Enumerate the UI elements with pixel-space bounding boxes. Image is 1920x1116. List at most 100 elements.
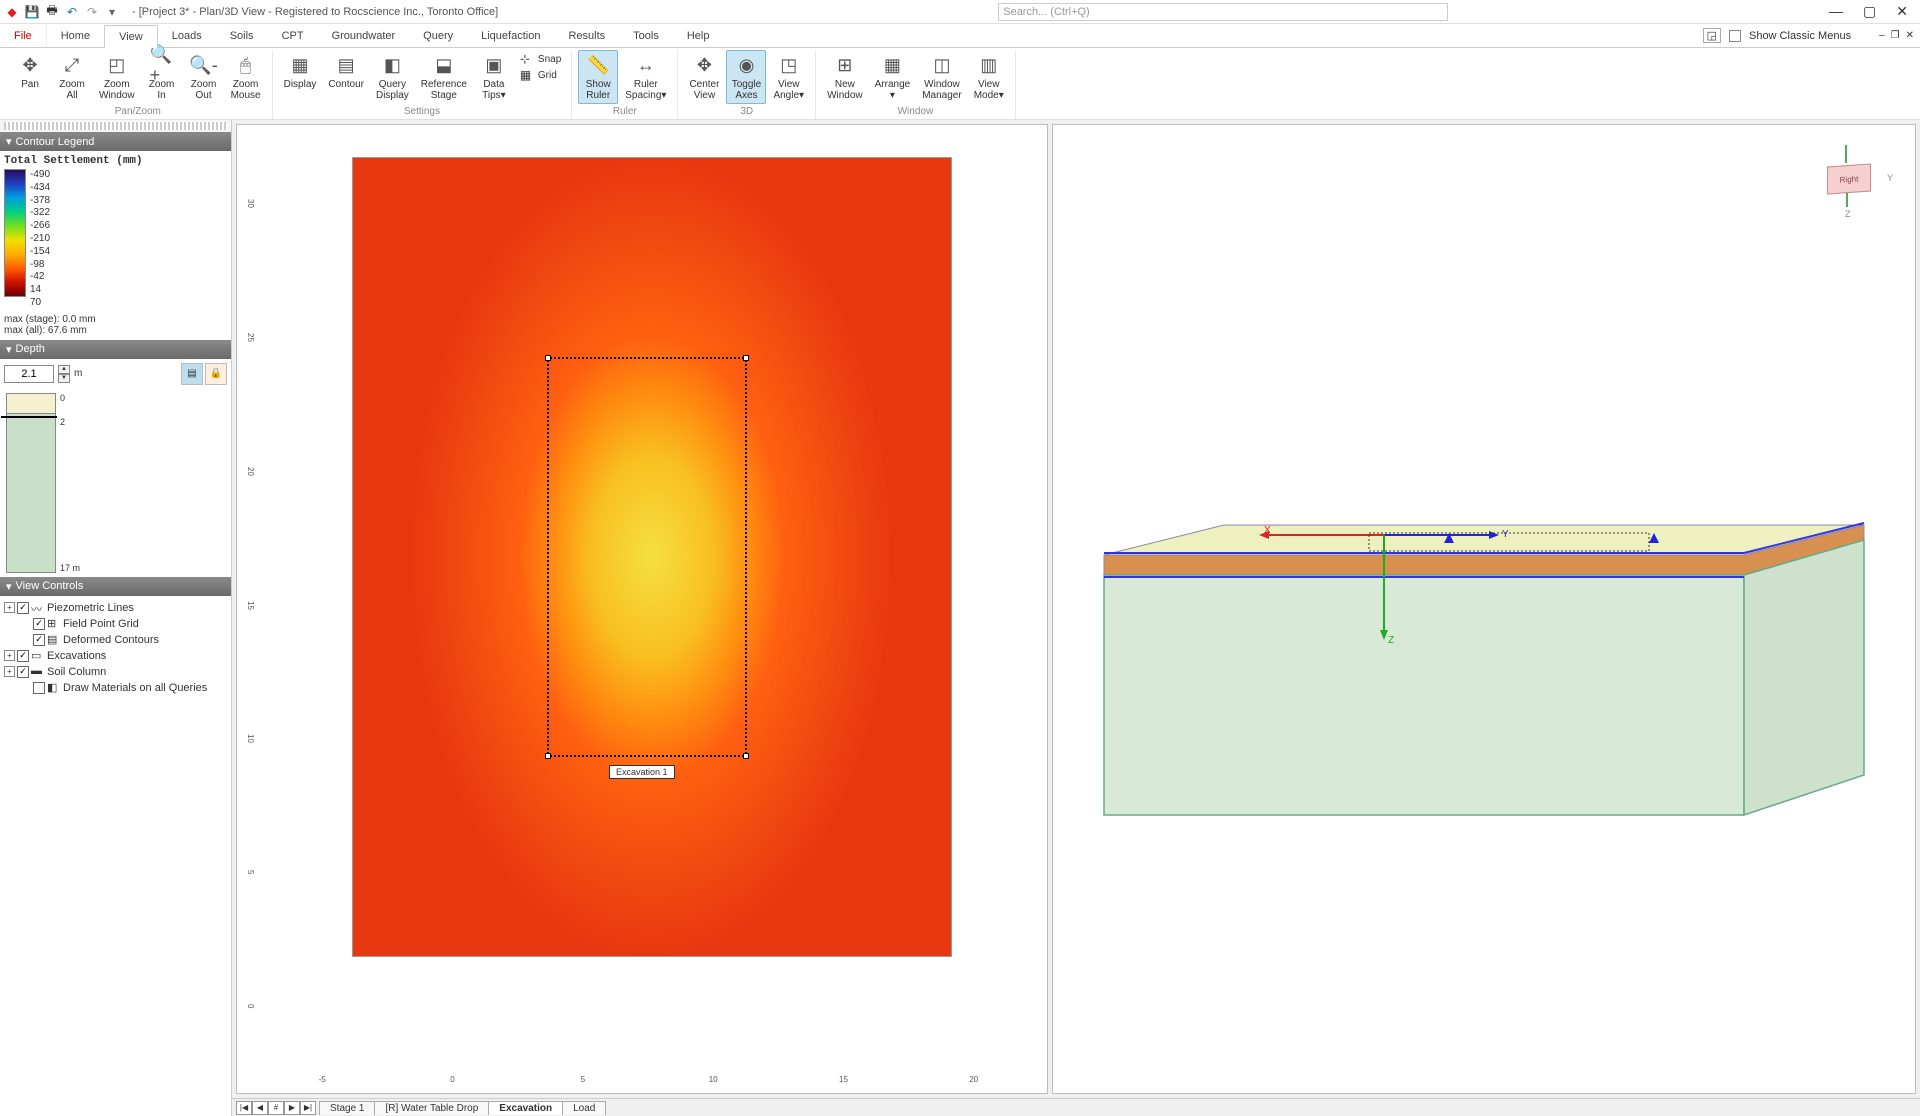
3d-model: X Y Z — [1063, 485, 1905, 865]
maximize-button[interactable]: ▢ — [1863, 3, 1876, 20]
3d-view[interactable]: Right Y Z X — [1052, 124, 1916, 1094]
search-input[interactable]: Search... (Ctrl+Q) — [998, 3, 1448, 21]
tree-item-field-point-grid[interactable]: ✓⊞Field Point Grid — [4, 616, 227, 632]
ribbon-minimize-icon[interactable]: ◲ — [1703, 28, 1721, 43]
menu-tab-soils[interactable]: Soils — [216, 24, 268, 47]
stage-tab-load[interactable]: Load — [562, 1101, 606, 1115]
ribbon-center-view-button[interactable]: ✥Center View — [684, 50, 724, 104]
ribbon-grid-button[interactable]: ▦Grid — [520, 68, 561, 82]
stage-nav-first[interactable]: |◀ — [236, 1101, 252, 1115]
menu-tab-home[interactable]: Home — [47, 24, 104, 47]
ribbon-pan-button[interactable]: ✥Pan — [10, 50, 50, 93]
depth-input[interactable] — [4, 365, 54, 383]
depth-spin-down[interactable]: ▼ — [58, 374, 70, 383]
tool-icon: ↔ — [634, 53, 658, 77]
stage-nav-next[interactable]: ▶ — [284, 1101, 300, 1115]
tree-checkbox[interactable]: ✓ — [17, 666, 29, 678]
expand-icon[interactable]: + — [4, 650, 15, 661]
tree-checkbox[interactable] — [33, 682, 45, 694]
ribbon-contour-button[interactable]: ▤Contour — [323, 50, 369, 93]
depth-header[interactable]: ▾ Depth — [0, 340, 231, 359]
stage-nav-last[interactable]: ▶| — [300, 1101, 316, 1115]
view-controls-header[interactable]: ▾ View Controls — [0, 577, 231, 596]
excavation-outline[interactable] — [547, 357, 747, 757]
tree-item-soil-column[interactable]: +✓▬Soil Column — [4, 664, 227, 680]
ribbon-view-angle--button[interactable]: ◳View Angle▾ — [768, 50, 809, 104]
legend-value: -210 — [30, 233, 50, 246]
menu-tab-tools[interactable]: Tools — [619, 24, 673, 47]
stage-nav-hash[interactable]: # — [268, 1101, 284, 1115]
expand-icon[interactable]: + — [4, 666, 15, 677]
menu-tab-cpt[interactable]: CPT — [268, 24, 318, 47]
ribbon-zoom-mouse-button[interactable]: 🖱Zoom Mouse — [226, 50, 266, 104]
mdi-restore-button[interactable]: ❐ — [1891, 30, 1900, 41]
depth-spin-up[interactable]: ▲ — [58, 365, 70, 374]
tree-item-excavations[interactable]: +✓▭Excavations — [4, 648, 227, 664]
tree-checkbox[interactable]: ✓ — [33, 618, 45, 630]
close-button[interactable]: ✕ — [1896, 3, 1908, 20]
window-title: - [Project 3* - Plan/3D View - Registere… — [132, 6, 498, 18]
depth-column[interactable] — [6, 393, 56, 573]
ribbon-query-display-button[interactable]: ◧Query Display — [371, 50, 414, 104]
depth-mode-button[interactable]: ▤ — [181, 363, 203, 385]
tree-item-piezometric-lines[interactable]: +✓〰Piezometric Lines — [4, 600, 227, 616]
cube-z-label: Z — [1845, 209, 1851, 219]
ribbon-group-label: Window — [898, 106, 934, 119]
tree-checkbox[interactable]: ✓ — [33, 634, 45, 646]
legend-value: 14 — [30, 284, 50, 297]
classic-menus-label: Show Classic Menus — [1749, 30, 1851, 42]
depth-lock-button[interactable]: 🔒 — [205, 363, 227, 385]
menu-tab-groundwater[interactable]: Groundwater — [318, 24, 410, 47]
tree-checkbox[interactable]: ✓ — [17, 650, 29, 662]
plan-view[interactable]: 302520151050 Excavation 1 -505101520 — [236, 124, 1048, 1094]
menu-tab-help[interactable]: Help — [673, 24, 724, 47]
mdi-minimize-button[interactable]: – — [1879, 30, 1885, 41]
ribbon-arrange--button[interactable]: ▦Arrange ▾ — [870, 50, 916, 104]
ribbon-reference-stage-button[interactable]: ⬓Reference Stage — [416, 50, 472, 104]
stage-tab--r-water-table-drop[interactable]: [R] Water Table Drop — [374, 1101, 489, 1115]
ribbon-zoom-all-button[interactable]: ⤢Zoom All — [52, 50, 92, 104]
tree-item-draw-materials-on-all-queries[interactable]: ◧Draw Materials on all Queries — [4, 680, 227, 696]
tree-item-deformed-contours[interactable]: ✓▤Deformed Contours — [4, 632, 227, 648]
orientation-cube[interactable]: Right Y Z — [1815, 145, 1885, 215]
ribbon-new-window-button[interactable]: ⊞New Window — [822, 50, 868, 104]
redo-icon[interactable]: ↷ — [84, 4, 100, 20]
tree-item-label: Field Point Grid — [63, 618, 139, 630]
save-icon[interactable]: 💾 — [24, 4, 40, 20]
tool-icon: ◫ — [930, 53, 954, 77]
stage-tab-stage-1[interactable]: Stage 1 — [319, 1101, 375, 1115]
mdi-close-button[interactable]: ✕ — [1906, 30, 1914, 41]
ribbon-ruler-spacing--button[interactable]: ↔Ruler Spacing▾ — [620, 50, 671, 104]
ribbon-display-button[interactable]: ▦Display — [279, 50, 322, 93]
ruler-tick: -5 — [257, 1075, 387, 1089]
cube-y-label: Y — [1887, 173, 1893, 183]
ribbon-zoom-window-button[interactable]: ◰Zoom Window — [94, 50, 140, 104]
undo-icon[interactable]: ↶ — [64, 4, 80, 20]
menu-tab-liquefaction[interactable]: Liquefaction — [467, 24, 554, 47]
menu-tab-file[interactable]: File — [0, 24, 47, 47]
ribbon-show-ruler-button[interactable]: 📏Show Ruler — [578, 50, 618, 104]
ribbon-zoom-out-button[interactable]: 🔍-Zoom Out — [184, 50, 224, 104]
menu-tab-view[interactable]: View — [104, 25, 158, 48]
ribbon-view-mode--button[interactable]: ▥View Mode▾ — [969, 50, 1009, 104]
window-controls: — ▢ ✕ — [1829, 3, 1916, 20]
qat-dropdown-icon[interactable]: ▾ — [104, 4, 120, 20]
ribbon-zoom-in-button[interactable]: 🔍+Zoom In — [142, 50, 182, 104]
legend-value: -378 — [30, 195, 50, 208]
ribbon-data-tips--button[interactable]: ▣Data Tips▾ — [474, 50, 514, 104]
ribbon-toggle-axes-button[interactable]: ◉Toggle Axes — [726, 50, 766, 104]
tool-icon: ✥ — [18, 53, 42, 77]
expand-icon[interactable]: + — [4, 602, 15, 613]
tree-checkbox[interactable]: ✓ — [17, 602, 29, 614]
stage-nav-prev[interactable]: ◀ — [252, 1101, 268, 1115]
minimize-button[interactable]: — — [1829, 3, 1843, 20]
contour-legend-header[interactable]: ▾ Contour Legend — [0, 132, 231, 151]
classic-menus-checkbox[interactable] — [1729, 30, 1741, 42]
print-icon[interactable]: 🖶 — [44, 4, 60, 20]
legend-color-bar — [4, 169, 26, 297]
stage-tab-excavation[interactable]: Excavation — [488, 1101, 563, 1115]
menu-tab-results[interactable]: Results — [554, 24, 619, 47]
menu-tab-query[interactable]: Query — [409, 24, 467, 47]
ribbon-snap-button[interactable]: ⊹Snap — [520, 52, 561, 66]
ribbon-window-manager-button[interactable]: ◫Window Manager — [917, 50, 966, 104]
